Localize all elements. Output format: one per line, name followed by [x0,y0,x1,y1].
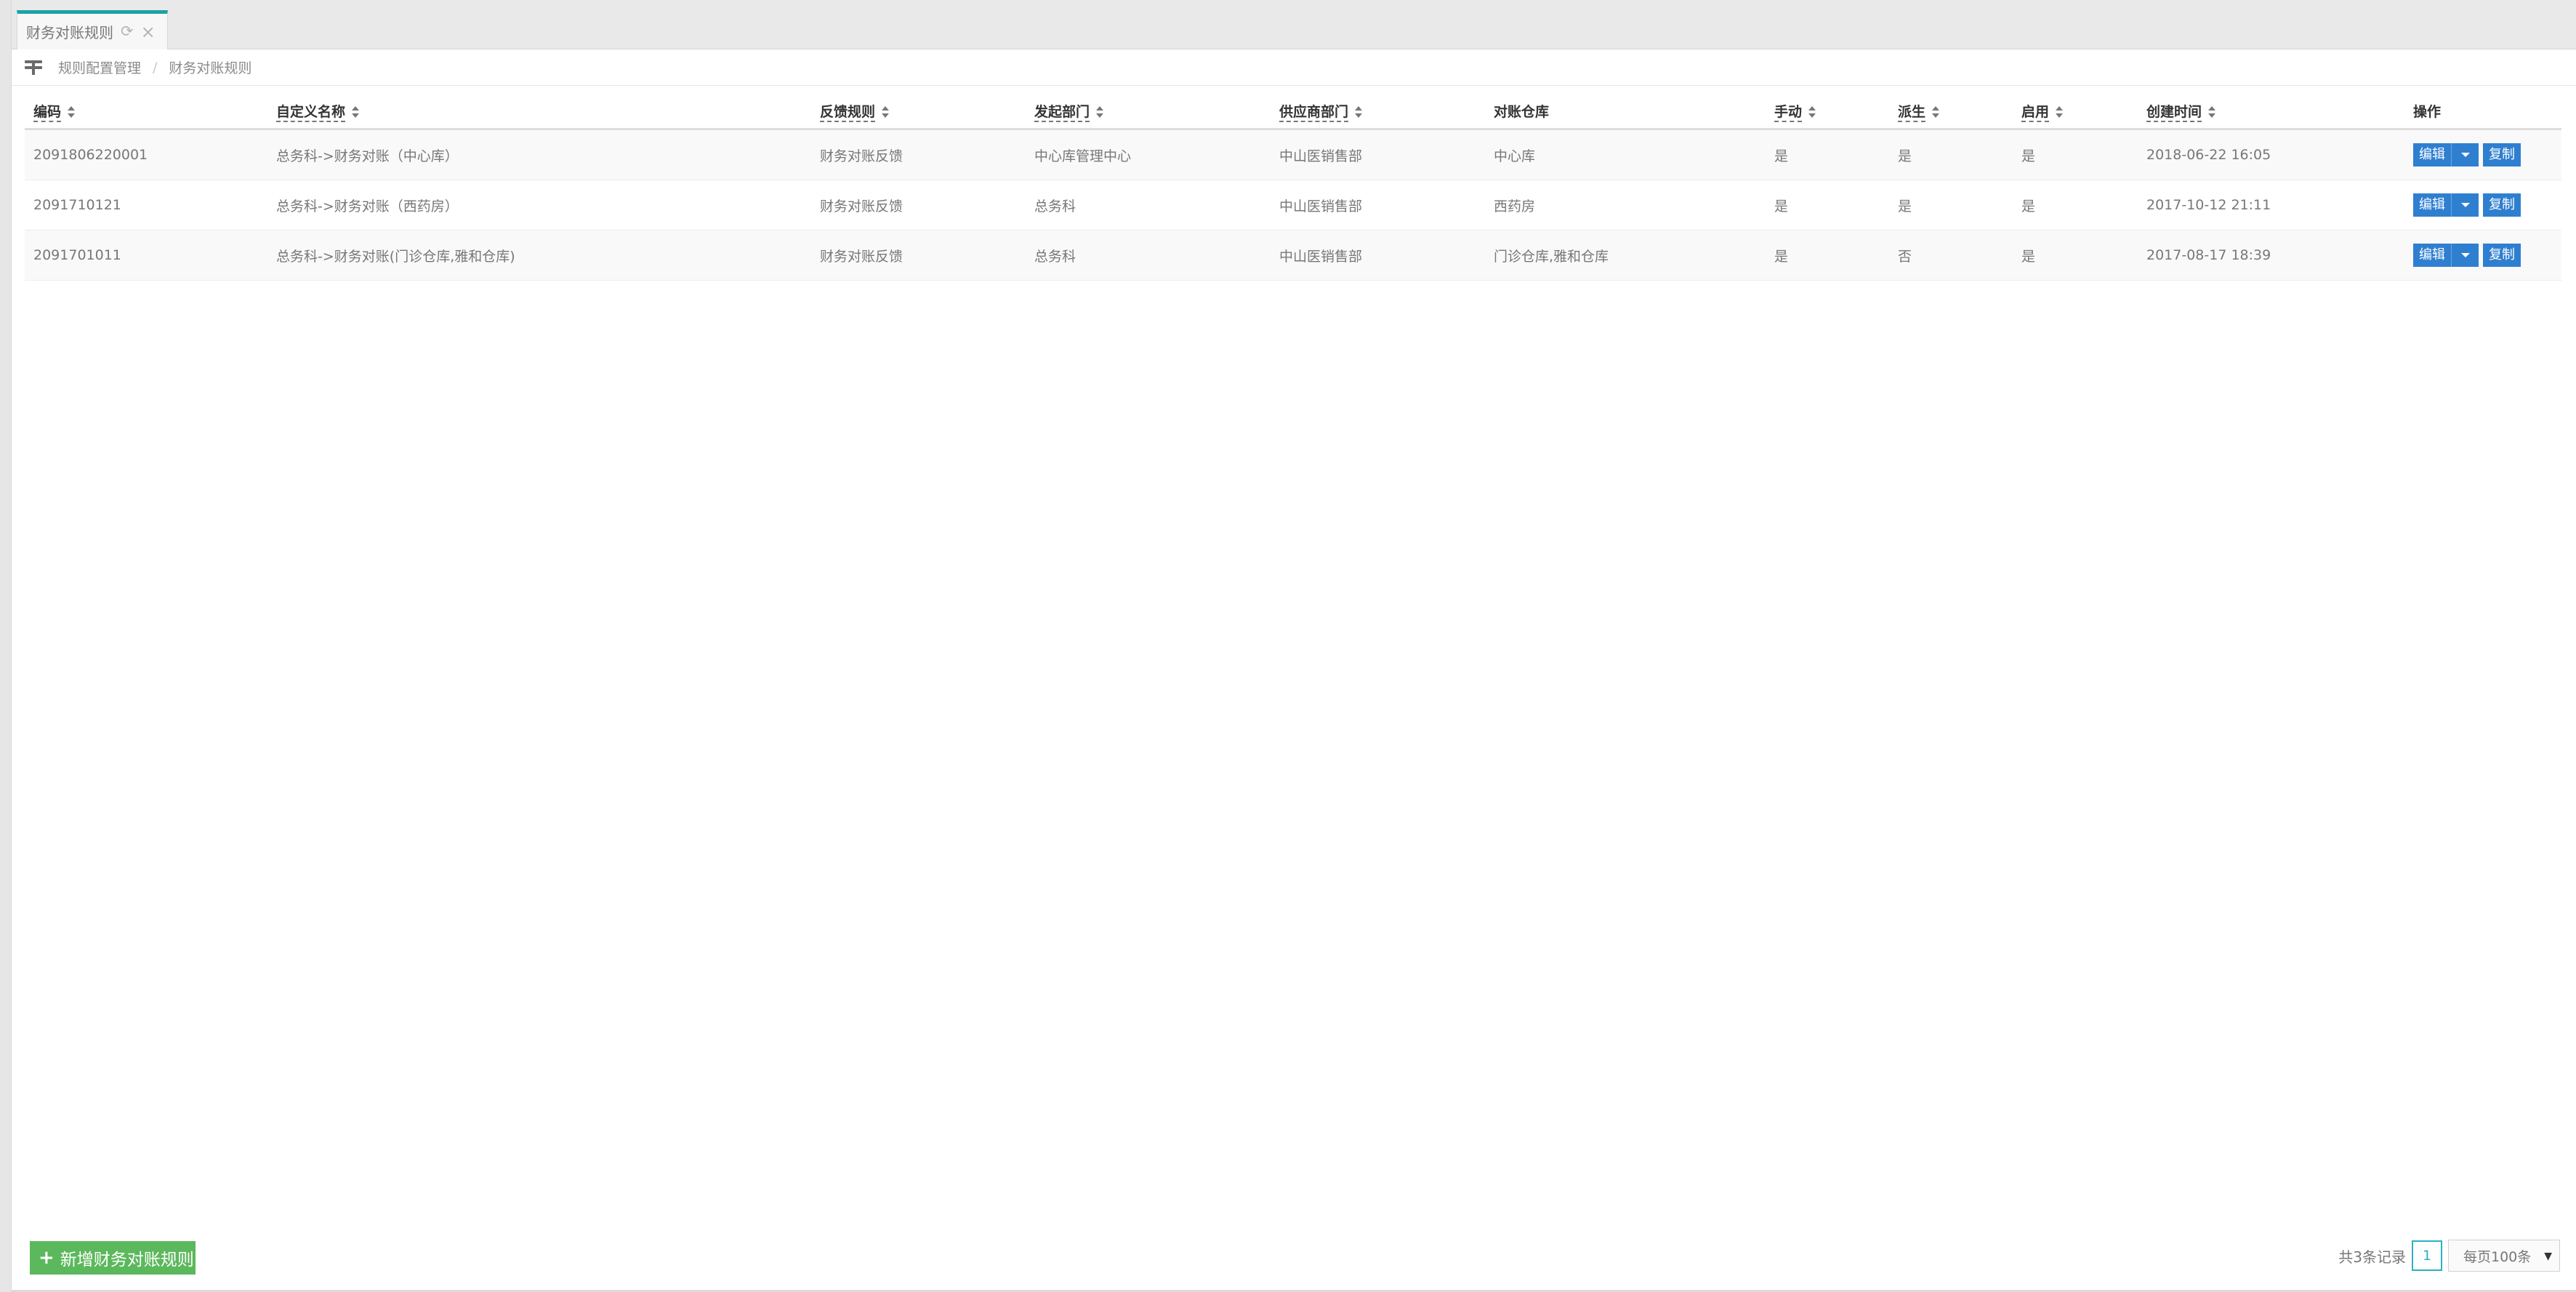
cell-supplier-dept: 中山医销售部 [1271,230,1485,281]
cell-name: 总务科->财务对账（西药房） [267,180,811,230]
copy-button[interactable]: 复制 [2483,143,2521,166]
cell-manual: 是 [1766,180,1889,230]
cell-rule: 财务对账反馈 [811,129,1026,180]
breadcrumb: 规则配置管理 / 财务对账规则 [12,49,2576,86]
chevron-down-icon[interactable] [2451,193,2479,217]
cell-rule: 财务对账反馈 [811,180,1026,230]
sort-icon[interactable] [1096,106,1104,118]
cell-warehouse: 中心库 [1485,129,1766,180]
page-button-current[interactable]: 1 [2412,1240,2442,1271]
cell-code: 2091806220001 [25,129,267,180]
close-icon[interactable]: × [141,23,156,41]
main-panel: 规则配置管理 / 财务对账规则 编码 自定义名称 反馈规则 发起部门 供应商部门… [12,49,2576,1292]
cell-supplier-dept: 中山医销售部 [1271,129,1485,180]
cell-manual: 是 [1766,129,1889,180]
tab-bar: 财务对账规则 ⟳ × [12,0,2576,49]
cell-name: 总务科->财务对账（中心库） [267,129,811,180]
cell-code: 2091710121 [25,180,267,230]
sort-icon[interactable] [1355,106,1363,118]
page-size-value: 每页100条 [2463,1248,2532,1265]
menu-toggle-icon[interactable] [25,60,42,75]
cell-enabled: 是 [2013,129,2138,180]
plus-icon: + [39,1247,55,1269]
cell-name: 总务科->财务对账(门诊仓库,雅和仓库) [267,230,811,281]
edit-split-button: 编辑 [2413,193,2479,217]
cell-created: 2017-10-12 21:11 [2138,180,2404,230]
cell-actions: 编辑 复制 [2404,230,2561,281]
col-derived[interactable]: 派生 [1889,93,2013,130]
sort-icon[interactable] [68,106,76,118]
cell-derived: 否 [1889,230,2013,281]
cell-warehouse: 西药房 [1485,180,1766,230]
edit-button[interactable]: 编辑 [2413,244,2451,267]
col-rule[interactable]: 反馈规则 [811,93,1026,130]
sort-icon[interactable] [2056,106,2064,118]
col-created[interactable]: 创建时间 [2138,93,2404,130]
table-header: 编码 自定义名称 反馈规则 发起部门 供应商部门 对账仓库 手动 派生 启用 创… [25,93,2561,130]
col-name[interactable]: 自定义名称 [267,93,811,130]
add-rule-button[interactable]: + 新增财务对账规则 [30,1241,196,1275]
breadcrumb-item[interactable]: 规则配置管理 [58,57,141,77]
refresh-icon[interactable]: ⟳ [121,24,134,39]
cell-rule: 财务对账反馈 [811,230,1026,281]
cell-manual: 是 [1766,230,1889,281]
cell-warehouse: 门诊仓库,雅和仓库 [1485,230,1766,281]
cell-code: 2091701011 [25,230,267,281]
col-origin-dept[interactable]: 发起部门 [1026,93,1271,130]
edit-split-button: 编辑 [2413,244,2479,267]
sort-icon[interactable] [352,106,360,118]
breadcrumb-item-current: 财务对账规则 [169,60,252,76]
cell-origin-dept: 中心库管理中心 [1026,129,1271,180]
cell-created: 2017-08-17 18:39 [2138,230,2404,281]
edit-split-button: 编辑 [2413,143,2479,166]
sort-icon[interactable] [1932,106,1940,118]
sort-icon[interactable] [1808,106,1816,118]
left-edge [0,0,12,1292]
chevron-down-icon[interactable] [2451,244,2479,267]
cell-origin-dept: 总务科 [1026,230,1271,281]
edit-button[interactable]: 编辑 [2413,193,2451,217]
cell-derived: 是 [1889,129,2013,180]
pagination: 共3条记录 1 每页100条 ▼ [2338,1240,2560,1272]
breadcrumb-separator: / [153,59,158,76]
cell-enabled: 是 [2013,180,2138,230]
caret-down-icon: ▼ [2544,1251,2552,1262]
col-actions: 操作 [2404,93,2561,130]
page-size-select[interactable]: 每页100条 ▼ [2448,1240,2560,1272]
copy-button[interactable]: 复制 [2483,193,2521,217]
table-row: 2091710121 总务科->财务对账（西药房） 财务对账反馈 总务科 中山医… [25,180,2561,230]
copy-button[interactable]: 复制 [2483,244,2521,267]
col-code[interactable]: 编码 [25,93,267,130]
edit-button[interactable]: 编辑 [2413,143,2451,166]
cell-actions: 编辑 复制 [2404,129,2561,180]
col-manual[interactable]: 手动 [1766,93,1889,130]
col-supplier-dept[interactable]: 供应商部门 [1271,93,1485,130]
sort-icon[interactable] [882,106,890,118]
sort-icon[interactable] [2208,106,2216,118]
tab-title: 财务对账规则 [26,24,113,41]
cell-enabled: 是 [2013,230,2138,281]
chevron-down-icon[interactable] [2451,143,2479,166]
table-row: 2091806220001 总务科->财务对账（中心库） 财务对账反馈 中心库管… [25,129,2561,180]
cell-supplier-dept: 中山医销售部 [1271,180,1485,230]
cell-derived: 是 [1889,180,2013,230]
cell-created: 2018-06-22 16:05 [2138,129,2404,180]
total-records: 共3条记录 [2338,1248,2406,1266]
col-enabled[interactable]: 启用 [2013,93,2138,130]
tab-finance-rules[interactable]: 财务对账规则 ⟳ × [17,10,168,49]
rules-table: 编码 自定义名称 反馈规则 发起部门 供应商部门 对账仓库 手动 派生 启用 创… [25,93,2561,281]
cell-origin-dept: 总务科 [1026,180,1271,230]
add-rule-label: 新增财务对账规则 [60,1251,194,1269]
table-row: 2091701011 总务科->财务对账(门诊仓库,雅和仓库) 财务对账反馈 总… [25,230,2561,281]
cell-actions: 编辑 复制 [2404,180,2561,230]
col-warehouse: 对账仓库 [1485,93,1766,130]
